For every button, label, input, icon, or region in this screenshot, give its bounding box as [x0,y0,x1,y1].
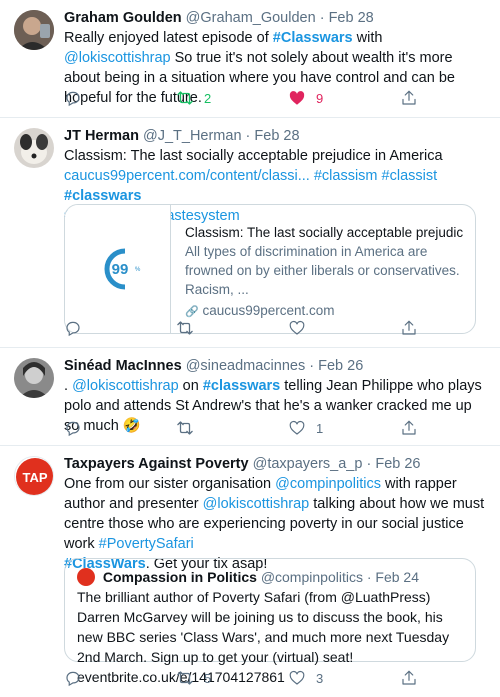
like-button[interactable] [288,318,306,338]
text-segment: on [178,378,203,394]
hashtag-link[interactable]: #classwars [64,188,141,204]
display-name[interactable]: Sinéad MacInnes [64,358,182,374]
reply-icon [66,671,80,687]
mention-link[interactable]: @lokiscottishrap [203,496,310,512]
reply-icon [66,421,80,437]
quoted-display-name: Compassion in Politics [102,569,257,585]
logo-percent: % [135,267,141,273]
retweet-button[interactable] [176,418,194,438]
share-button[interactable] [400,88,418,108]
handle[interactable]: @sineadmacinnes [186,358,306,374]
avatar[interactable] [14,128,54,168]
share-button[interactable] [400,418,418,438]
url-link[interactable]: caucus99percent.com/content/classi... [64,168,310,184]
share-icon [402,670,416,685]
display-name[interactable]: Graham Goulden [64,10,182,26]
separator-dot: · [309,358,315,374]
heart-icon [289,320,305,335]
reply-button[interactable] [64,418,82,438]
mention-link[interactable]: @lokiscottishrap [64,50,171,66]
retweet-icon [177,421,193,435]
retweet-count: 2 [204,90,212,106]
quoted-avatar [77,568,95,586]
like-button[interactable]: 3 [288,668,323,688]
timestamp[interactable]: Feb 26 [375,456,420,472]
profile-photo [14,10,54,50]
card-description: All types of discrimination in America a… [185,244,460,297]
text-segment: Really enjoyed latest episode of [64,30,273,46]
retweet-button[interactable] [176,318,194,338]
heart-filled-icon [289,91,305,105]
share-button[interactable] [400,668,418,688]
separator-dot: · [245,128,251,144]
share-icon [402,90,416,105]
hashtag-link[interactable]: #PovertySafari [99,536,194,552]
hashtag-links[interactable]: #classism #classist [310,168,437,184]
heart-icon [289,420,305,435]
hashtag-link[interactable]: #classwars [203,378,280,394]
tweet[interactable]: TAP Taxpayers Against Poverty @taxpayers… [0,446,500,697]
heart-icon [289,670,305,685]
share-icon [402,320,416,335]
text-line: caucus99percent.com/content/classi... #c… [64,166,490,206]
quoted-handle: @compinpolitics [260,569,363,585]
retweet-icon [177,91,193,105]
text-segment: with [352,30,383,46]
profile-photo [14,358,54,398]
caucus99-logo: 99 % [104,248,141,290]
retweet-button[interactable]: 5 [176,668,211,688]
logo-number: 99 [112,261,129,278]
card-domain-text: caucus99percent.com [202,303,335,318]
tweet[interactable]: Sinéad MacInnes @sineadmacinnes · Feb 26… [0,348,500,446]
quoted-tweet[interactable]: Compassion in Politics @compinpolitics ·… [64,558,476,685]
hashtag-link[interactable]: #Classwars [273,30,353,46]
text-segment: One from our sister organisation [64,476,276,492]
separator-dot: · [366,569,372,585]
text-line: Classism: The last socially acceptable p… [64,148,443,164]
tweet[interactable]: JT Herman @J_T_Herman · Feb 28 Classism:… [0,118,500,348]
display-name[interactable]: Taxpayers Against Poverty [64,456,249,472]
card-thumbnail: 99 % [65,205,171,333]
reply-button[interactable] [64,668,82,688]
reply-icon [66,91,80,107]
avatar[interactable] [14,358,54,398]
reply-icon [66,321,80,337]
avatar[interactable]: TAP [14,456,54,496]
like-count: 1 [316,420,324,436]
share-icon [402,420,416,435]
text-segment: . [64,378,73,394]
tweet[interactable]: Graham Goulden @Graham_Goulden · Feb 28 … [0,0,500,118]
reply-button[interactable] [64,318,82,338]
retweet-count: 5 [204,670,212,686]
display-name[interactable]: JT Herman [64,128,139,144]
mention-link[interactable]: @compinpolitics [275,476,381,492]
reply-button[interactable] [64,88,82,108]
link-icon: 🔗 [185,306,199,318]
handle[interactable]: @taxpayers_a_p [253,456,363,472]
retweet-icon [177,321,193,335]
timestamp[interactable]: Feb 28 [254,128,299,144]
like-count: 9 [316,90,324,106]
handle[interactable]: @J_T_Herman [143,128,242,144]
like-button[interactable]: 9 [288,88,323,108]
separator-dot: · [366,456,372,472]
quoted-timestamp: Feb 24 [375,569,419,585]
timestamp[interactable]: Feb 26 [318,358,363,374]
avatar[interactable] [14,10,54,50]
separator-dot: · [319,10,325,26]
profile-photo [14,128,54,168]
like-button[interactable]: 1 [288,418,323,438]
link-preview-card[interactable]: 99 % Classism: The last socially accepta… [64,204,476,334]
card-title: Classism: The last socially acceptable p… [185,225,463,240]
mention-link[interactable]: @lokiscottishrap [72,378,179,394]
tap-logo-text: TAP [22,470,47,485]
retweet-button[interactable]: 2 [176,88,211,108]
handle[interactable]: @Graham_Goulden [186,10,316,26]
like-count: 3 [316,670,324,686]
share-button[interactable] [400,318,418,338]
tap-logo: TAP [16,458,53,495]
timestamp[interactable]: Feb 28 [329,10,374,26]
retweet-icon [177,671,193,685]
